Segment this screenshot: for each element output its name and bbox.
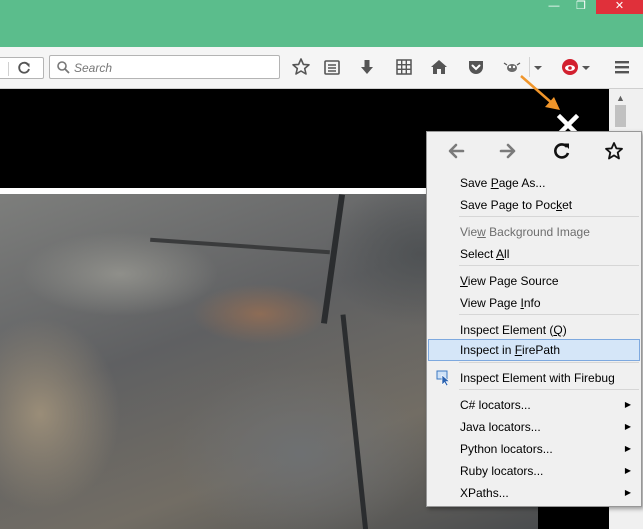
submenu-arrow-icon: ▶ <box>624 444 631 453</box>
submenu-arrow-icon: ▶ <box>624 488 631 497</box>
menu-item-label: View Background Image <box>460 225 590 239</box>
menu-item-ruby-locators[interactable]: Ruby locators... ▶ <box>429 460 639 482</box>
menu-item-view-page-info[interactable]: View Page Info <box>429 292 639 314</box>
submenu-arrow-icon: ▶ <box>624 422 631 431</box>
menu-item-label: View Page Info <box>460 296 541 310</box>
menu-item-view-page-source[interactable]: View Page Source <box>429 270 639 292</box>
inspect-pointer-icon <box>436 370 451 386</box>
submenu-arrow-icon: ▶ <box>624 400 631 409</box>
menu-item-inspect-in-firepath[interactable]: Inspect in FirePath <box>428 339 640 361</box>
menu-item-python-locators[interactable]: Python locators... ▶ <box>429 438 639 460</box>
menu-item-label: Ruby locators... <box>460 464 544 478</box>
menu-item-label: Java locators... <box>460 420 541 434</box>
menu-item-inspect-element-with-firebug[interactable]: Inspect Element with Firebug <box>429 367 639 389</box>
menu-item-label: Inspect in FirePath <box>460 343 561 357</box>
context-menu: Save Page As... Save Page to Pocket View B… <box>426 131 642 507</box>
menu-item-label: C# locators... <box>460 398 531 412</box>
context-menu-nav <box>427 132 641 169</box>
menu-item-label: View Page Source <box>460 274 559 288</box>
menu-item-java-locators[interactable]: Java locators... ▶ <box>429 416 639 438</box>
menu-separator <box>459 362 639 363</box>
forward-icon[interactable] <box>497 141 519 161</box>
menu-item-label: Inspect Element (Q) <box>460 323 567 337</box>
menu-item-label: Save Page As... <box>460 176 546 190</box>
menu-item-label: Select All <box>460 247 510 261</box>
menu-separator <box>459 265 639 266</box>
menu-item-xpaths[interactable]: XPaths... ▶ <box>429 482 639 504</box>
menu-item-save-page-as[interactable]: Save Page As... <box>429 172 639 194</box>
menu-item-view-background-image[interactable]: View Background Image <box>429 221 639 243</box>
menu-item-select-all[interactable]: Select All <box>429 243 639 265</box>
menu-item-label: Save Page to Pocket <box>460 198 573 212</box>
reload-icon[interactable] <box>551 141 573 161</box>
menu-item-label: XPaths... <box>460 486 509 500</box>
menu-item-csharp-locators[interactable]: C# locators... ▶ <box>429 394 639 416</box>
menu-item-save-page-to-pocket[interactable]: Save Page to Pocket <box>429 194 639 216</box>
annotation-arrow-top <box>520 75 554 105</box>
menu-item-inspect-element[interactable]: Inspect Element (Q) <box>429 319 639 341</box>
menu-separator <box>459 389 639 390</box>
menu-item-label: Inspect Element with Firebug <box>460 371 615 385</box>
back-icon[interactable] <box>445 141 467 161</box>
bookmark-icon[interactable] <box>603 141 625 161</box>
menu-separator <box>459 216 639 217</box>
submenu-arrow-icon: ▶ <box>624 466 631 475</box>
menu-separator <box>459 314 639 315</box>
menu-item-label: Python locators... <box>460 442 553 456</box>
